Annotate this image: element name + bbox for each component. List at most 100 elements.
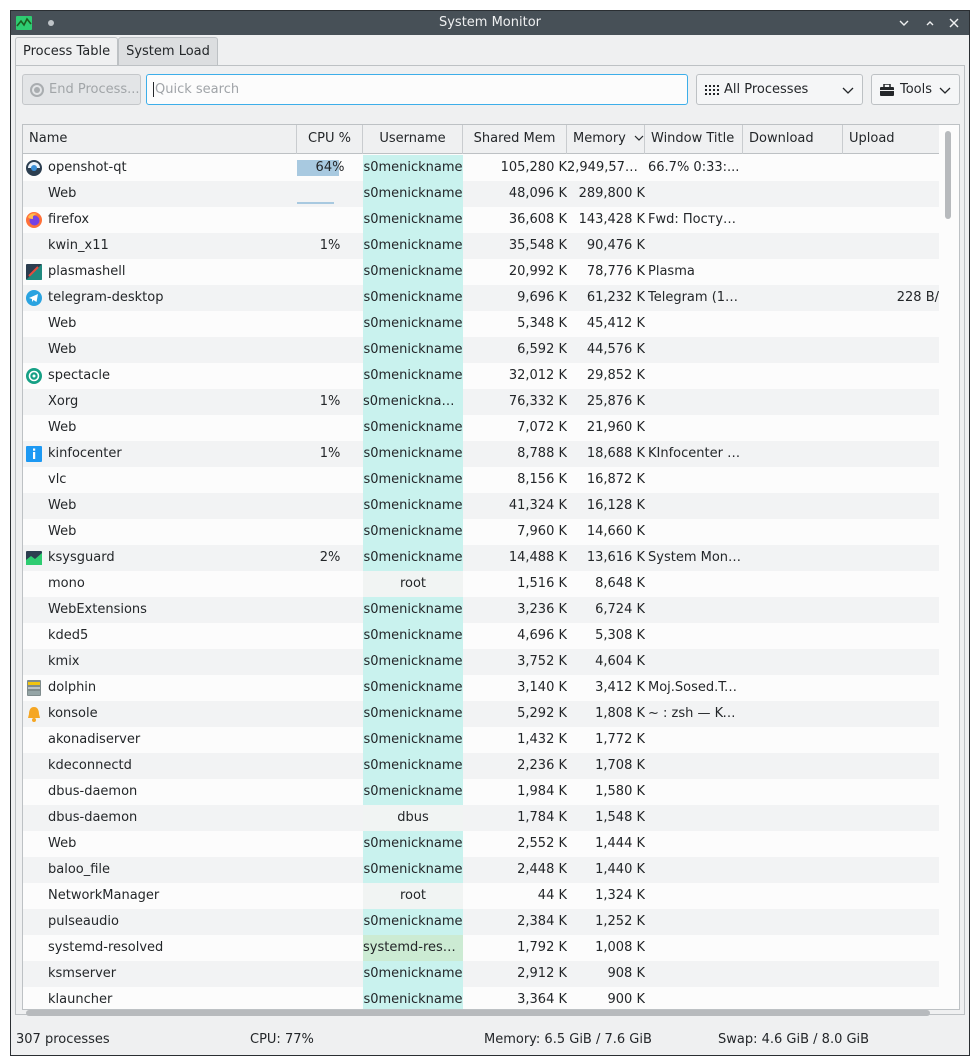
upload-cell xyxy=(843,337,939,363)
tab-process-table[interactable]: Process Table xyxy=(15,37,119,67)
username-cell: s0menickname xyxy=(363,966,463,981)
username-cell: s0menickname xyxy=(363,706,463,721)
table-row[interactable]: ksmserver s0menickname 2,912 K 908 K xyxy=(23,961,939,987)
username-cell: s0menickname xyxy=(363,160,463,175)
table-row[interactable]: systemd-resolved systemd-resol... 1,792 K 1… xyxy=(23,935,939,961)
end-process-button[interactable]: End Process... xyxy=(22,74,141,105)
process-name-cell: Web xyxy=(48,186,77,201)
memory-cell: 1,772 K xyxy=(595,732,645,747)
shared-mem-cell: 41,324 K xyxy=(508,498,567,513)
table-row[interactable]: Web s0menickname 2,552 K 1,444 K xyxy=(23,831,939,857)
column-header-download[interactable]: Download xyxy=(743,125,843,154)
memory-cell: 18,688 K xyxy=(586,446,645,461)
window-title-cell: Fwd: Поступа... xyxy=(648,212,743,227)
close-icon[interactable] xyxy=(945,14,963,32)
process-name-cell: telegram-desktop xyxy=(48,290,164,305)
table-row[interactable]: Web s0menickname 48,096 K 289,800 K xyxy=(23,181,939,207)
system-monitor-window: System Monitor Process Table System Load… xyxy=(10,10,970,1056)
cpu-cell xyxy=(297,285,363,311)
title-bar[interactable]: System Monitor xyxy=(11,11,969,35)
upload-cell xyxy=(843,727,939,753)
window-title-cell xyxy=(648,623,743,649)
vertical-scrollbar-thumb[interactable] xyxy=(945,131,951,219)
cpu-cell xyxy=(297,207,363,233)
table-row[interactable]: baloo_file s0menickname 2,448 K 1,440 K xyxy=(23,857,939,883)
process-filter-dropdown[interactable]: All Processes xyxy=(696,74,863,105)
text-cursor xyxy=(153,82,154,97)
table-row[interactable]: kdeconnectd s0menickname 2,236 K 1,708 K xyxy=(23,753,939,779)
table-row[interactable]: Web s0menickname 5,348 K 45,412 K xyxy=(23,311,939,337)
search-input[interactable]: Quick search xyxy=(146,74,688,105)
ksysguard-icon xyxy=(25,549,43,567)
table-row[interactable]: firefox s0menickname 36,608 K 143,428 K Fwd:… xyxy=(23,207,939,233)
column-header-cpu[interactable]: CPU % xyxy=(297,125,363,154)
cpu-cell xyxy=(297,415,363,441)
table-row[interactable]: vlc s0menickname 8,156 K 16,872 K xyxy=(23,467,939,493)
spectacle-icon xyxy=(25,367,43,385)
upload-cell xyxy=(843,623,939,649)
memory-cell: 1,708 K xyxy=(595,758,645,773)
table-row[interactable]: spectacle s0menickname 32,012 K 29,852 K xyxy=(23,363,939,389)
minimize-icon[interactable] xyxy=(895,14,913,32)
maximize-icon[interactable] xyxy=(921,14,939,32)
table-row[interactable]: akonadiserver s0menickname 1,432 K 1,772 K xyxy=(23,727,939,753)
table-row[interactable]: kded5 s0menickname 4,696 K 5,308 K xyxy=(23,623,939,649)
table-row[interactable]: konsole s0menickname 5,292 K 1,808 K ~ : zsh… xyxy=(23,701,939,727)
username-cell: s0menickname xyxy=(363,862,463,877)
table-row[interactable]: Web s0menickname 41,324 K 16,128 K xyxy=(23,493,939,519)
table-row[interactable]: dbus-daemon dbus 1,784 K 1,548 K xyxy=(23,805,939,831)
table-row[interactable]: NetworkManager root 44 K 1,324 K xyxy=(23,883,939,909)
tools-dropdown[interactable]: Tools xyxy=(871,74,960,105)
firefox-icon xyxy=(25,211,43,229)
upload-cell xyxy=(843,545,939,571)
table-row[interactable]: telegram-desktop s0menickname 9,696 K 61,23… xyxy=(23,285,939,311)
shared-mem-cell: 8,788 K xyxy=(517,446,567,461)
table-row[interactable]: Web s0menickname 6,592 K 44,576 K xyxy=(23,337,939,363)
table-row[interactable]: dbus-daemon s0menickname 1,984 K 1,580 K xyxy=(23,779,939,805)
window-title-cell xyxy=(648,649,743,675)
tab-system-load[interactable]: System Load xyxy=(118,37,218,66)
column-header-upload[interactable]: Upload xyxy=(843,125,939,154)
username-cell: s0menickname xyxy=(363,238,463,253)
column-header-username[interactable]: Username xyxy=(363,125,463,154)
cpu-cell: 64% xyxy=(315,160,345,175)
memory-cell: 78,776 K xyxy=(586,264,645,279)
table-row[interactable]: Xorg 1% s0menicknam... 76,332 K 25,876 K xyxy=(23,389,939,415)
column-header-name[interactable]: Name xyxy=(23,125,297,154)
process-name-cell: WebExtensions xyxy=(48,602,147,617)
horizontal-scrollbar-thumb[interactable] xyxy=(26,1010,930,1016)
upload-cell xyxy=(843,311,939,337)
table-row[interactable]: pulseaudio s0menickname 2,384 K 1,252 K xyxy=(23,909,939,935)
table-row[interactable]: Web s0menickname 7,960 K 14,660 K xyxy=(23,519,939,545)
table-row[interactable]: kwin_x11 1% s0menickname 35,548 K 90,476 K xyxy=(23,233,939,259)
konsole-icon xyxy=(25,705,43,723)
process-name-cell: Web xyxy=(48,498,77,513)
sort-descending-icon xyxy=(634,135,644,141)
plasmashell-icon xyxy=(25,263,43,281)
table-row[interactable]: kmix s0menickname 3,752 K 4,604 K xyxy=(23,649,939,675)
column-header-window-title[interactable]: Window Title xyxy=(645,125,743,154)
table-row[interactable]: dolphin s0menickname 3,140 K 3,412 K Moj.Sos… xyxy=(23,675,939,701)
shared-mem-cell: 2,912 K xyxy=(517,966,567,981)
column-header-memory[interactable]: Memory xyxy=(567,125,645,154)
vertical-scrollbar[interactable] xyxy=(941,125,959,1009)
window-title-cell: ~ : zsh — Kons... xyxy=(648,706,743,721)
tools-label: Tools xyxy=(900,82,933,97)
table-row[interactable]: Web s0menickname 7,072 K 21,960 K xyxy=(23,415,939,441)
table-row[interactable]: ksysguard 2% s0menickname 14,488 K 13,616 KS… xyxy=(23,545,939,571)
table-row[interactable]: plasmashell s0menickname 20,992 K 78,776 KP… xyxy=(23,259,939,285)
process-name-cell: spectacle xyxy=(48,368,110,383)
window-title-cell xyxy=(648,805,743,831)
cpu-cell xyxy=(297,363,363,389)
table-row[interactable]: openshot-qt 64% s0menickname 105,280 K 2,949… xyxy=(23,155,939,181)
column-header-shared-mem[interactable]: Shared Mem xyxy=(463,125,567,154)
table-row[interactable]: WebExtensions s0menickname 3,236 K 6,724 K xyxy=(23,597,939,623)
window-title-cell xyxy=(648,311,743,337)
table-row[interactable]: mono root 1,516 K 8,648 K xyxy=(23,571,939,597)
cpu-cell xyxy=(297,805,363,831)
shared-mem-cell: 8,156 K xyxy=(517,472,567,487)
stop-icon xyxy=(30,82,44,97)
horizontal-scrollbar[interactable] xyxy=(22,1006,934,1018)
table-row[interactable]: kinfocenter 1% s0menickname 8,788 K 18,688 K… xyxy=(23,441,939,467)
shared-mem-cell: 4,696 K xyxy=(517,628,567,643)
